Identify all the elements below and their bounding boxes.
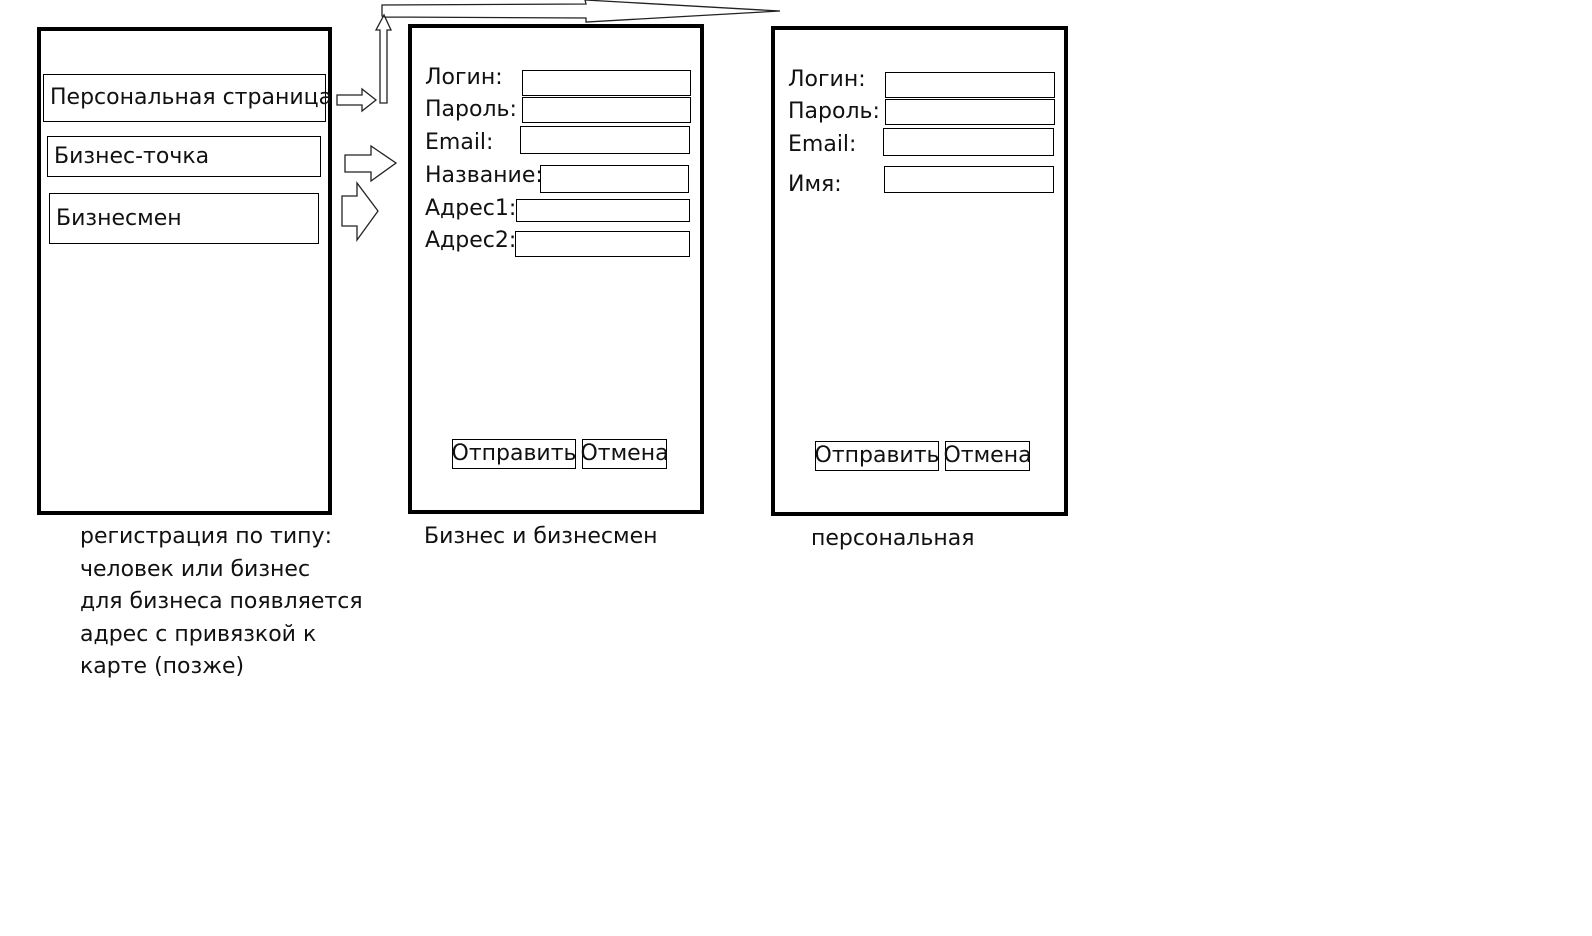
caption-line: регистрация по типу:: [80, 524, 332, 549]
caption-line: для бизнеса появляется: [80, 589, 363, 614]
option-personal-page-label: Персональная страница: [50, 85, 333, 110]
business-login-input[interactable]: [522, 70, 691, 96]
personal-login-input[interactable]: [885, 72, 1055, 98]
option-business-point[interactable]: Бизнес-точка: [47, 136, 321, 177]
caption-line: человек или бизнес: [80, 556, 311, 582]
option-personal-page[interactable]: Персональная страница: [43, 74, 332, 122]
business-submit-button[interactable]: Отправить: [452, 439, 577, 469]
business-address2-input[interactable]: [515, 231, 690, 257]
personal-form-caption: персональная: [811, 526, 975, 551]
option-business-point-label: Бизнес-точка: [54, 143, 210, 169]
business-email-label: Email:: [425, 130, 494, 155]
registration-type-caption: регистрация по типу: человек или бизнес …: [80, 521, 363, 684]
business-address1-label: Адрес1:: [425, 196, 517, 221]
personal-first-name-input[interactable]: [884, 166, 1054, 193]
business-cancel-button[interactable]: Отмена: [580, 439, 669, 469]
personal-password-input[interactable]: [885, 99, 1055, 125]
business-form-caption: Бизнес и бизнесмен: [424, 524, 658, 549]
business-password-label: Пароль:: [425, 97, 517, 122]
business-password-input[interactable]: [522, 97, 691, 123]
arrow-personal-icon: [336, 87, 378, 113]
business-address1-input[interactable]: [516, 199, 690, 222]
caption-line: карте (позже): [80, 654, 245, 679]
option-businessman-label: Бизнесмен: [56, 205, 182, 231]
personal-submit-button[interactable]: Отправить: [815, 441, 940, 471]
personal-cancel-button[interactable]: Отмена: [943, 441, 1032, 471]
personal-password-label: Пароль:: [788, 99, 880, 124]
business-address2-label: Адрес2:: [425, 228, 517, 253]
personal-email-input[interactable]: [883, 128, 1054, 156]
personal-email-label: Email:: [788, 132, 857, 157]
personal-login-label: Логин:: [788, 67, 866, 92]
business-name-label: Название:: [425, 163, 543, 188]
caption-line: адрес с привязкой к: [80, 621, 317, 647]
arrow-business-point-icon: [344, 144, 398, 183]
business-login-label: Логин:: [425, 65, 503, 90]
option-businessman[interactable]: Бизнесмен: [49, 193, 319, 244]
personal-first-name-label: Имя:: [788, 172, 842, 197]
business-email-input[interactable]: [520, 126, 690, 154]
arrow-businessman-icon: [341, 181, 379, 243]
business-name-input[interactable]: [540, 165, 689, 193]
